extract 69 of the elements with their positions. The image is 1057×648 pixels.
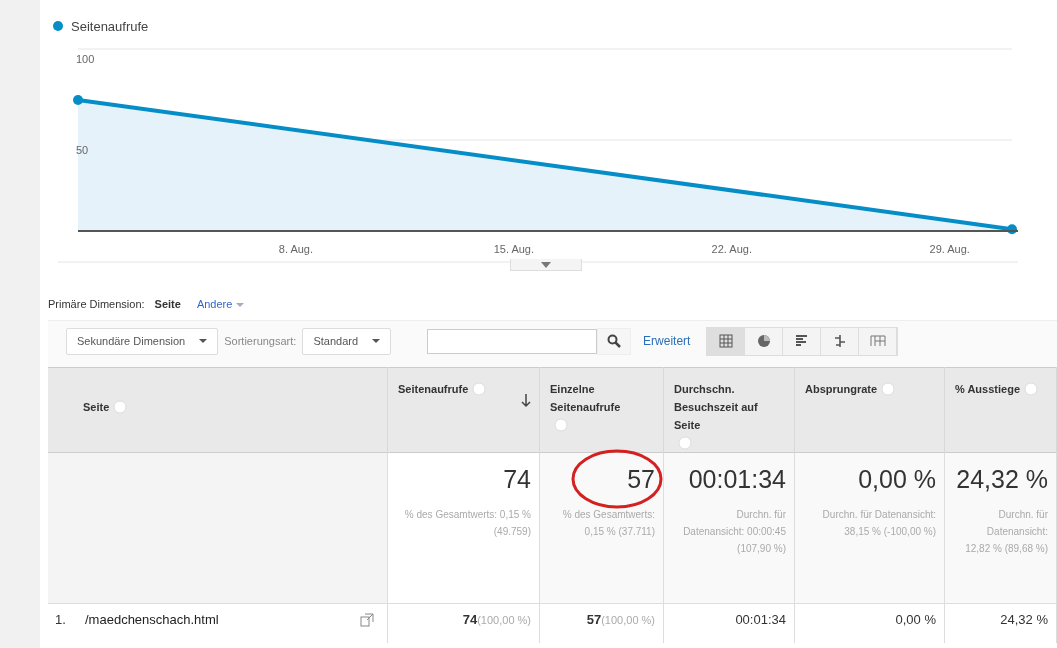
secondary-dimension-dropdown[interactable]: Sekundäre Dimension — [66, 327, 219, 355]
x-tick-label: 15. Aug. — [493, 243, 535, 255]
search-icon — [607, 334, 622, 348]
help-icon — [678, 436, 692, 450]
x-tick-label: 22. Aug. — [711, 243, 752, 255]
column-title: Seitenaufrufe — [398, 382, 469, 397]
search-field[interactable] — [427, 328, 598, 354]
table-cell: 74(100,00 %) — [387, 603, 540, 643]
summary-note: Durchn. für Datenansicht: 00:00:45 (107,90 %) — [682, 508, 786, 556]
summary-value: 74 — [503, 465, 531, 493]
compare-view-button[interactable] — [821, 327, 860, 355]
pivot-table-icon — [869, 334, 886, 348]
help-icon — [881, 382, 896, 396]
page-link[interactable]: /maedchenschach.html — [85, 612, 360, 627]
advanced-link[interactable]: Erweitert — [643, 334, 691, 348]
data-point — [1007, 224, 1017, 235]
open-window-icon[interactable] — [360, 612, 374, 627]
caret-icon — [372, 338, 381, 344]
y-tick-label: 100 — [76, 53, 95, 65]
column-title: Durchschn. Besuchszeit auf Seite — [674, 382, 759, 433]
table-cell: 00:01:34 — [663, 603, 795, 643]
table-view-button[interactable] — [707, 327, 746, 355]
pie-view-button[interactable] — [745, 327, 784, 355]
sort-label: Sortierungsart: — [224, 335, 297, 347]
grid-icon — [718, 334, 733, 348]
column-title: Seite — [83, 400, 110, 415]
help-icon — [554, 418, 568, 432]
bar-chart-icon — [794, 334, 809, 348]
sort-dropdown[interactable]: Standard — [302, 327, 392, 355]
data-point — [73, 94, 83, 105]
column-header[interactable]: Seite — [48, 367, 388, 453]
x-tick-label: 8. Aug. — [278, 243, 314, 255]
legend-label: Seitenaufrufe — [71, 18, 149, 34]
caret-icon — [236, 302, 245, 308]
search-button[interactable] — [597, 327, 632, 355]
table-cell: 24,32 % — [944, 603, 1057, 643]
summary-note: Durchn. für Datenansicht: 38,15 % (-100,00 %) — [821, 508, 936, 539]
column-header[interactable]: Durchschn. Besuchszeit auf Seite — [663, 367, 795, 453]
summary-value: 00:01:34 — [688, 465, 786, 493]
dimension-link[interactable]: Andere — [196, 298, 245, 310]
summary-value: 0,00 % — [858, 465, 936, 493]
pie-chart-icon — [756, 334, 771, 348]
help-icon — [113, 400, 128, 414]
column-title: % Ausstiege — [955, 382, 1020, 397]
summary-note: % des Gesamtwerts: 0,15 % (37.711) — [561, 508, 655, 539]
caret-icon — [199, 338, 208, 344]
help-icon — [1024, 382, 1038, 396]
column-title: Absprungrate — [805, 382, 878, 397]
bars-view-button[interactable] — [783, 327, 822, 355]
caret-icon — [541, 261, 551, 268]
comparison-icon — [832, 334, 847, 348]
x-tick-label: 29. Aug. — [929, 243, 970, 255]
dimension-label: Primäre Dimension: — [48, 298, 145, 310]
column-title: Einzelne Seitenaufrufe — [550, 382, 622, 415]
summary-value: 57 — [627, 465, 655, 493]
column-header[interactable]: % Ausstiege — [944, 367, 1057, 453]
chart-collapse-toggle[interactable] — [510, 259, 582, 271]
help-icon — [472, 382, 487, 396]
table-cell: 0,00 % — [794, 603, 945, 643]
column-header[interactable]: Seitenaufrufe — [387, 367, 540, 453]
table-cell: 57(100,00 %) — [539, 603, 664, 643]
summary-value: 24,32 % — [956, 465, 1048, 493]
column-header[interactable]: Einzelne Seitenaufrufe — [539, 367, 664, 453]
y-tick-label: 50 — [76, 144, 89, 156]
summary-note: % des Gesamtwerts: 0,15 % (49.759) — [403, 508, 531, 539]
summary-note: Durchn. für Datenansicht: 12,82 % (89,68 %) — [964, 508, 1048, 556]
column-header[interactable]: Absprungrate — [794, 367, 945, 453]
row-index: 1. — [55, 612, 67, 627]
dimension-link[interactable]: Seite — [154, 298, 181, 310]
